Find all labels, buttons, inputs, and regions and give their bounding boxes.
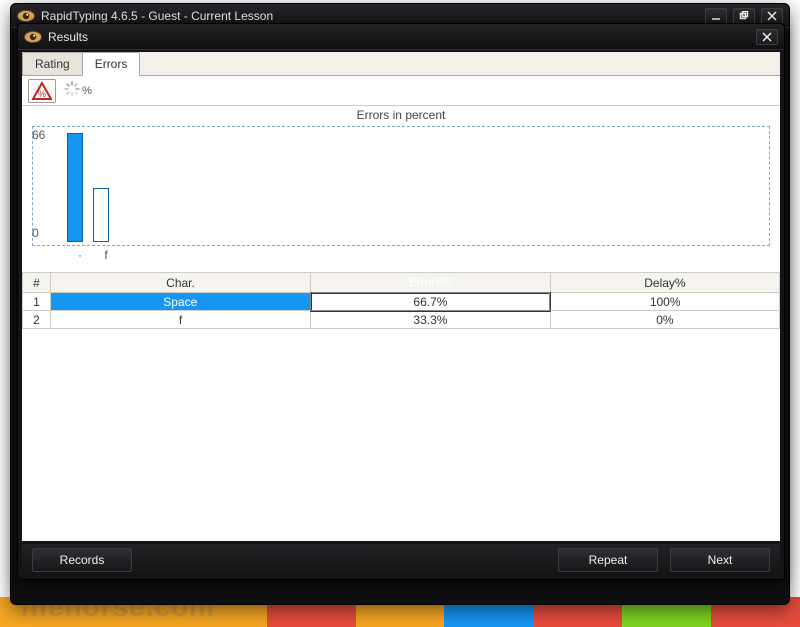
cell-errors: 33.3%: [311, 311, 551, 329]
th-delay[interactable]: Delay%: [550, 273, 779, 293]
th-char[interactable]: Char.: [51, 273, 311, 293]
chart-frame: 66 0: [32, 126, 770, 246]
table-row[interactable]: 2 f 33.3% 0%: [23, 311, 780, 329]
dialog-logo-icon: [24, 29, 42, 45]
records-button[interactable]: Records: [32, 548, 132, 572]
chart-bar-f: [93, 188, 109, 242]
chart-plot: [63, 130, 767, 242]
percent-label: %: [82, 85, 92, 97]
table-row[interactable]: 1 Space 66.7% 100%: [23, 293, 780, 311]
app-shell: filehorse.com RapidTyping 4.6.5 - Guest …: [0, 0, 800, 627]
errors-table: # Char. Errors% Delay% 1 Space 66.7% 100…: [22, 272, 780, 329]
main-window-title: RapidTyping 4.6.5 - Guest - Current Less…: [41, 9, 699, 23]
next-button[interactable]: Next: [670, 548, 770, 572]
y-tick-max: 66: [32, 128, 45, 142]
minimize-button[interactable]: [705, 8, 727, 24]
results-dialog: Results Rating Errors %: [17, 23, 785, 580]
spinner-icon: [64, 81, 80, 100]
restore-button[interactable]: [733, 8, 755, 24]
results-titlebar[interactable]: Results: [18, 24, 784, 50]
cell-delay: 100%: [550, 293, 779, 311]
tab-rating[interactable]: Rating: [22, 52, 83, 75]
dialog-close-button[interactable]: [756, 29, 778, 45]
table-header-row: # Char. Errors% Delay%: [23, 273, 780, 293]
x-label-1: f: [98, 248, 114, 262]
dialog-title: Results: [48, 30, 750, 44]
svg-text:%: %: [38, 89, 46, 99]
warning-triangle-icon: %: [32, 82, 52, 100]
cell-errors: 66.7%: [311, 293, 551, 311]
th-num[interactable]: #: [23, 273, 51, 293]
close-button[interactable]: [761, 8, 783, 24]
tab-strip: Rating Errors: [22, 52, 780, 76]
chart-bar-space: [67, 133, 83, 242]
errors-toolbar: %: [22, 76, 780, 106]
loading-percent-button[interactable]: %: [64, 79, 92, 103]
y-tick-min: 0: [32, 226, 39, 240]
chart-x-axis: · f: [72, 248, 770, 262]
app-logo-icon: [17, 8, 35, 24]
main-window: RapidTyping 4.6.5 - Guest - Current Less…: [10, 3, 790, 605]
chart-y-axis: 66 0: [32, 129, 62, 243]
x-label-0: ·: [72, 248, 88, 262]
dialog-body: Rating Errors %: [22, 52, 780, 541]
errors-chart: Errors in percent 66 0 · f: [22, 108, 780, 262]
cell-char: Space: [51, 293, 311, 311]
cell-num: 2: [23, 311, 51, 329]
chart-title: Errors in percent: [32, 108, 770, 122]
cell-num: 1: [23, 293, 51, 311]
errors-percent-button[interactable]: %: [28, 79, 56, 103]
th-errors[interactable]: Errors%: [311, 273, 551, 293]
cell-char: f: [51, 311, 311, 329]
dialog-bottom-bar: Records Repeat Next: [22, 544, 780, 576]
tab-errors[interactable]: Errors: [82, 52, 141, 76]
repeat-button[interactable]: Repeat: [558, 548, 658, 572]
cell-delay: 0%: [550, 311, 779, 329]
